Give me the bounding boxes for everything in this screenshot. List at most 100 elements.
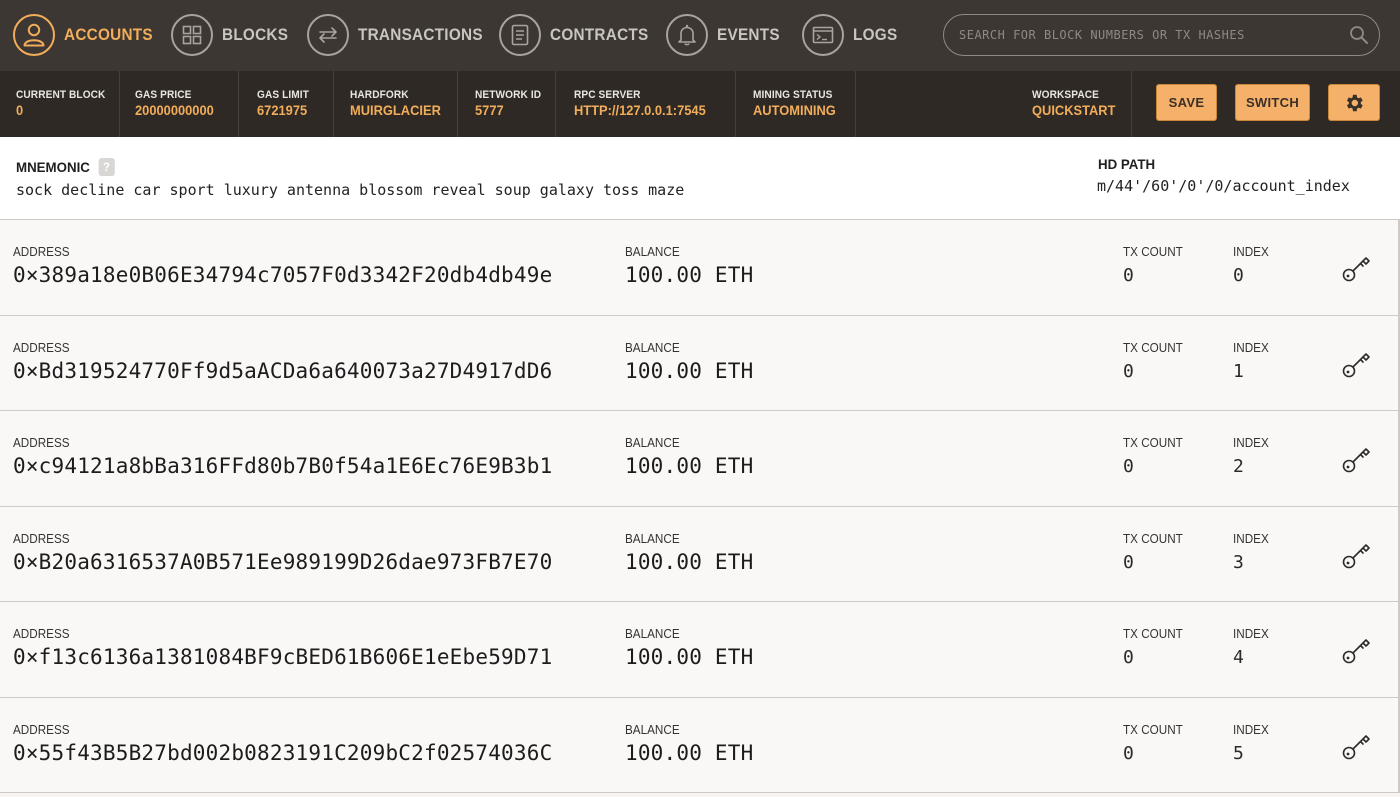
balance-value: 100.00 ETH: [625, 549, 754, 574]
stat-network-id-value: 5777: [475, 102, 504, 118]
search-icon[interactable]: [1339, 15, 1379, 55]
tx-count-value: 0: [1123, 360, 1134, 382]
mnemonic-title-text: MNEMONIC: [16, 159, 90, 175]
balance-label: BALANCE: [625, 626, 680, 641]
stat-network-id-label: NETWORK ID: [475, 89, 542, 101]
save-button[interactable]: SAVE: [1156, 84, 1217, 121]
balance-value: 100.00 ETH: [625, 454, 754, 478]
address-label: ADDRESS: [13, 626, 70, 641]
nav-contracts[interactable]: CONTRACTS: [499, 13, 659, 57]
index-value: 0: [1233, 265, 1244, 286]
tx-count-value: 0: [1123, 456, 1134, 477]
tx-count-value: 0: [1123, 265, 1134, 286]
key-icon[interactable]: [1340, 632, 1372, 668]
stat-rpc-server-value: HTTP://127.0.0.1:7545: [574, 102, 706, 118]
stat-workspace-value: QUICKSTART: [1032, 102, 1116, 118]
switch-button[interactable]: SWITCH: [1235, 84, 1310, 121]
help-icon[interactable]: ?: [98, 158, 115, 176]
account-row: ADDRESS 0×c94121a8bBa316FFd80b7B0f54a1E6…: [0, 411, 1400, 507]
accounts-list: ADDRESS 0×389a18e0B06E34794c7057F0d3342F…: [0, 220, 1400, 793]
stat-gas-price-value: 20000000000: [135, 102, 214, 118]
balance-value: 100.00 ETH: [625, 358, 754, 383]
tx-count-label: TX COUNT: [1123, 721, 1183, 737]
hd-path-title: HD PATH: [1098, 156, 1156, 172]
stat-gas-limit: GAS LIMIT 6721975: [239, 71, 334, 137]
address-label: ADDRESS: [13, 530, 70, 546]
document-icon: [499, 14, 541, 56]
index-value: 2: [1233, 456, 1244, 477]
index-label: INDEX: [1233, 339, 1269, 355]
address-value: 0×389a18e0B06E34794c7057F0d3342F20db4db4…: [13, 263, 553, 287]
index-value: 4: [1233, 647, 1244, 668]
stat-current-block-label: CURRENT BLOCK: [16, 89, 106, 101]
terminal-icon: [802, 14, 844, 56]
stat-workspace: WORKSPACE QUICKSTART: [1016, 71, 1132, 137]
address-value: 0×f13c6136a1381084BF9cBED61B606E1eEbe59D…: [13, 645, 553, 669]
account-row: ADDRESS 0×389a18e0B06E34794c7057F0d3342F…: [0, 220, 1400, 316]
key-icon[interactable]: [1340, 728, 1372, 764]
search-box: [943, 14, 1380, 56]
tx-count-value: 0: [1123, 551, 1134, 573]
account-row: ADDRESS 0×B20a6316537A0B571Ee989199D26da…: [0, 506, 1400, 602]
bell-icon: [666, 14, 708, 56]
balance-label: BALANCE: [625, 244, 680, 259]
index-label: INDEX: [1233, 244, 1269, 259]
nav-accounts-label: ACCOUNTS: [64, 25, 153, 44]
nav-contracts-label: CONTRACTS: [550, 25, 649, 44]
key-icon[interactable]: [1340, 250, 1372, 286]
address-label: ADDRESS: [13, 339, 70, 355]
search-input[interactable]: [944, 15, 1339, 55]
settings-button[interactable]: [1328, 84, 1380, 121]
nav-logs-label: LOGS: [853, 25, 898, 44]
stat-gas-price-label: GAS PRICE: [135, 89, 192, 101]
tx-count-label: TX COUNT: [1123, 435, 1183, 450]
stat-rpc-server-label: RPC SERVER: [574, 89, 641, 101]
stat-mining-status: MINING STATUS AUTOMINING: [736, 71, 856, 137]
index-label: INDEX: [1233, 530, 1269, 546]
stat-hardfork-value: MUIRGLACIER: [350, 102, 441, 118]
nav-transactions[interactable]: TRANSACTIONS: [307, 13, 497, 57]
address-label: ADDRESS: [13, 244, 70, 259]
nav-events[interactable]: EVENTS: [666, 13, 787, 57]
balance-label: BALANCE: [625, 435, 680, 450]
key-icon[interactable]: [1340, 537, 1372, 573]
index-label: INDEX: [1233, 435, 1269, 450]
address-value: 0×55f43B5B27bd002b0823191C209bC2f0257403…: [13, 740, 553, 765]
index-value: 1: [1233, 360, 1244, 382]
grid-icon: [171, 14, 213, 56]
stat-hardfork-label: HARDFORK: [350, 89, 409, 101]
index-value: 3: [1233, 551, 1244, 573]
key-icon[interactable]: [1340, 346, 1372, 382]
stat-hardfork: HARDFORK MUIRGLACIER: [334, 71, 458, 137]
tx-count-label: TX COUNT: [1123, 530, 1183, 546]
nav-accounts[interactable]: ACCOUNTS: [13, 13, 163, 57]
balance-label: BALANCE: [625, 339, 680, 355]
balance-value: 100.00 ETH: [625, 263, 754, 287]
account-row: ADDRESS 0×f13c6136a1381084BF9cBED61B606E…: [0, 602, 1400, 698]
status-bar: CURRENT BLOCK 0 GAS PRICE 20000000000 GA…: [0, 71, 1400, 137]
nav-transactions-label: TRANSACTIONS: [358, 25, 483, 44]
gear-icon: [1343, 92, 1365, 114]
address-label: ADDRESS: [13, 435, 70, 450]
user-icon: [13, 14, 55, 56]
address-value: 0×Bd319524770Ff9d5aACDa6a640073a27D4917d…: [13, 358, 553, 383]
tx-count-label: TX COUNT: [1123, 244, 1183, 259]
top-navigation: ACCOUNTS BLOCKS TRANSACTIONS CONTRACTS E…: [0, 0, 1400, 71]
stat-workspace-label: WORKSPACE: [1032, 89, 1099, 101]
arrows-icon: [307, 14, 349, 56]
nav-logs[interactable]: LOGS: [802, 13, 902, 57]
stat-mining-status-value: AUTOMINING: [753, 102, 836, 118]
mnemonic-panel: MNEMONIC ? sock decline car sport luxury…: [0, 137, 1400, 220]
stat-mining-status-label: MINING STATUS: [753, 89, 833, 101]
nav-blocks[interactable]: BLOCKS: [171, 13, 296, 57]
mnemonic-title: MNEMONIC ?: [16, 158, 115, 176]
tx-count-label: TX COUNT: [1123, 626, 1183, 641]
key-icon[interactable]: [1340, 441, 1372, 477]
index-value: 5: [1233, 742, 1244, 764]
index-label: INDEX: [1233, 721, 1269, 737]
mnemonic-words: sock decline car sport luxury antenna bl…: [16, 181, 685, 199]
address-value: 0×B20a6316537A0B571Ee989199D26dae973FB7E…: [13, 549, 553, 574]
tx-count-label: TX COUNT: [1123, 339, 1183, 355]
account-row: ADDRESS 0×55f43B5B27bd002b0823191C209bC2…: [0, 697, 1400, 793]
balance-label: BALANCE: [625, 530, 680, 546]
